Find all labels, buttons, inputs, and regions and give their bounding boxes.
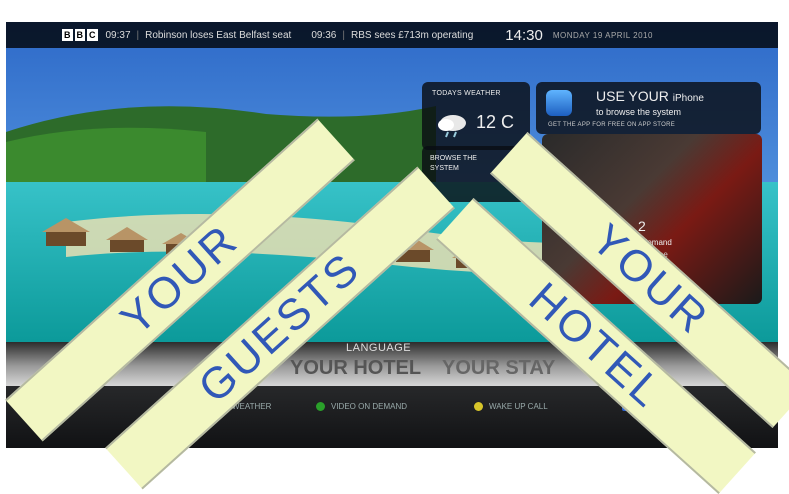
- menu-item-your-stay[interactable]: YOUR STAY: [442, 357, 555, 380]
- browse-label: BROWSE THE SYSTEM: [430, 155, 477, 172]
- clock: 14:30: [505, 26, 543, 44]
- date: MONDAY 19 APRIL 2010: [552, 30, 653, 40]
- menu-item-your-hotel[interactable]: YOUR HOTEL: [290, 357, 421, 380]
- ticker-separator: |: [342, 29, 345, 41]
- shortcut-label: VIDEO ON DEMAND: [331, 402, 408, 411]
- bbc-logo: B B C: [62, 29, 98, 41]
- temperature: 12 C: [476, 112, 515, 132]
- yellow-button-icon: [474, 402, 483, 411]
- shortcut-video-on-demand[interactable]: VIDEO ON DEMAND: [316, 402, 407, 411]
- iphone-app-widget[interactable]: USE YOUR iPhone to browse the system GET…: [536, 82, 761, 134]
- apple-iphone-label: iPhone: [672, 93, 704, 104]
- ticker-time-2: 09:36: [311, 29, 337, 41]
- ticker-time-1: 09:37: [105, 29, 131, 41]
- ticker-separator: |: [136, 29, 140, 41]
- news-ticker-bar: B B C 09:37 | Robinson loses East Belfas…: [6, 22, 778, 48]
- app-icon: [546, 90, 572, 116]
- menu-item-language[interactable]: LANGUAGE: [346, 342, 411, 354]
- green-button-icon: [316, 402, 325, 411]
- shortcut-wake-up-call[interactable]: WAKE UP CALL: [474, 402, 548, 411]
- ticker-headline-1: Robinson loses East Belfast seat: [145, 29, 292, 41]
- weather-widget[interactable]: TODAYS WEATHER 12 C: [422, 82, 530, 150]
- app-store-cta: GET THE APP FOR FREE ON APP STORE: [548, 122, 676, 128]
- cloud-rain-icon: [438, 115, 466, 138]
- weather-label: TODAYS WEATHER: [432, 90, 501, 97]
- iphone-title: USE YOUR iPhone: [596, 88, 704, 104]
- iphone-subtitle: to browse the system: [596, 107, 682, 117]
- shortcut-label: WAKE UP CALL: [489, 402, 548, 411]
- ticker-headline-2: RBS sees £713m operating: [350, 29, 474, 41]
